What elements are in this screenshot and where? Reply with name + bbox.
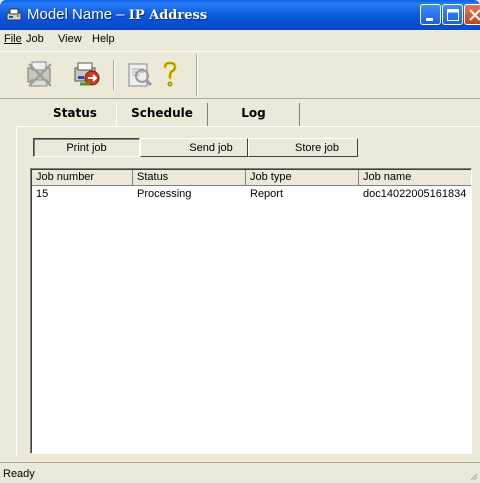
send-job-filter-button[interactable]: Send job bbox=[140, 138, 248, 157]
list-header: Job number Status Job type Job name bbox=[32, 170, 471, 186]
resize-grip-icon[interactable] bbox=[470, 473, 478, 481]
tab-schedule-label: Schedule bbox=[131, 106, 193, 120]
tab-strip: Status Schedule Log bbox=[0, 100, 480, 126]
column-header-job-name[interactable]: Job name bbox=[359, 170, 471, 186]
column-header-label: Job type bbox=[250, 171, 292, 183]
menu-view[interactable]: View bbox=[58, 33, 82, 45]
print-job-button[interactable]: Print job bbox=[33, 138, 140, 157]
toolbar-end-separator bbox=[196, 54, 198, 96]
cell-job-type: Report bbox=[250, 188, 284, 200]
tab-log[interactable]: Log bbox=[208, 103, 300, 126]
printer-app-icon bbox=[6, 8, 22, 21]
column-header-job-type[interactable]: Job type bbox=[246, 170, 359, 186]
maximize-button[interactable] bbox=[442, 4, 463, 25]
menu-job[interactable]: Job bbox=[26, 33, 44, 45]
delete-job-icon bbox=[27, 61, 52, 87]
send-job-icon bbox=[74, 62, 100, 86]
tab-log-label: Log bbox=[241, 106, 266, 120]
tab-schedule[interactable]: Schedule bbox=[116, 103, 208, 126]
tab-status-label: Status bbox=[53, 106, 97, 120]
store-job-button[interactable]: Store job bbox=[248, 138, 358, 157]
minimize-button[interactable] bbox=[420, 4, 441, 25]
application-window: Model Name – IP Address File Job View He… bbox=[0, 0, 480, 483]
menu-file[interactable]: File bbox=[4, 33, 22, 45]
table-row[interactable]: 15 Processing Report doc14022005161834 bbox=[32, 188, 471, 202]
title-separator: – bbox=[112, 6, 129, 23]
status-text: Ready bbox=[3, 468, 35, 480]
column-header-status[interactable]: Status bbox=[133, 170, 246, 186]
menu-view-label: View bbox=[58, 33, 82, 45]
title-bar[interactable]: Model Name – IP Address bbox=[0, 0, 480, 30]
column-header-label: Status bbox=[137, 171, 169, 183]
store-job-label: Store job bbox=[294, 142, 340, 154]
title-model-name: Model Name bbox=[27, 6, 113, 23]
cell-job-name: doc14022005161834 bbox=[363, 188, 467, 200]
menu-help[interactable]: Help bbox=[92, 33, 115, 45]
column-header-job-number[interactable]: Job number bbox=[32, 170, 133, 186]
title-ip-address: IP Address bbox=[128, 8, 208, 23]
close-icon bbox=[469, 9, 480, 21]
menu-bar: File Job View Help bbox=[0, 30, 480, 49]
job-list[interactable]: Job number Status Job type Job name 15 P… bbox=[30, 168, 472, 454]
tab-status[interactable]: Status bbox=[34, 103, 116, 126]
toolbar-separator bbox=[113, 60, 115, 90]
status-bar: Ready bbox=[0, 462, 480, 483]
maximize-icon bbox=[447, 9, 459, 21]
help-button[interactable] bbox=[150, 56, 190, 94]
minimize-icon bbox=[426, 18, 433, 21]
menu-file-label: File bbox=[4, 33, 22, 45]
send-job-button[interactable] bbox=[66, 56, 106, 94]
help-icon bbox=[163, 61, 177, 87]
column-header-label: Job name bbox=[363, 171, 412, 183]
delete-job-button[interactable] bbox=[20, 56, 60, 94]
menu-job-label: Job bbox=[26, 33, 44, 45]
column-header-label: Job number bbox=[36, 171, 95, 183]
send-job-label: Send job bbox=[189, 142, 233, 154]
close-button[interactable] bbox=[464, 4, 480, 25]
cell-job-number: 15 bbox=[36, 188, 49, 200]
cell-status: Processing bbox=[137, 188, 192, 200]
toolbar bbox=[0, 51, 480, 99]
print-job-label: Print job bbox=[66, 142, 107, 154]
window-title: Model Name – IP Address bbox=[27, 6, 207, 23]
menu-help-label: Help bbox=[92, 33, 115, 45]
